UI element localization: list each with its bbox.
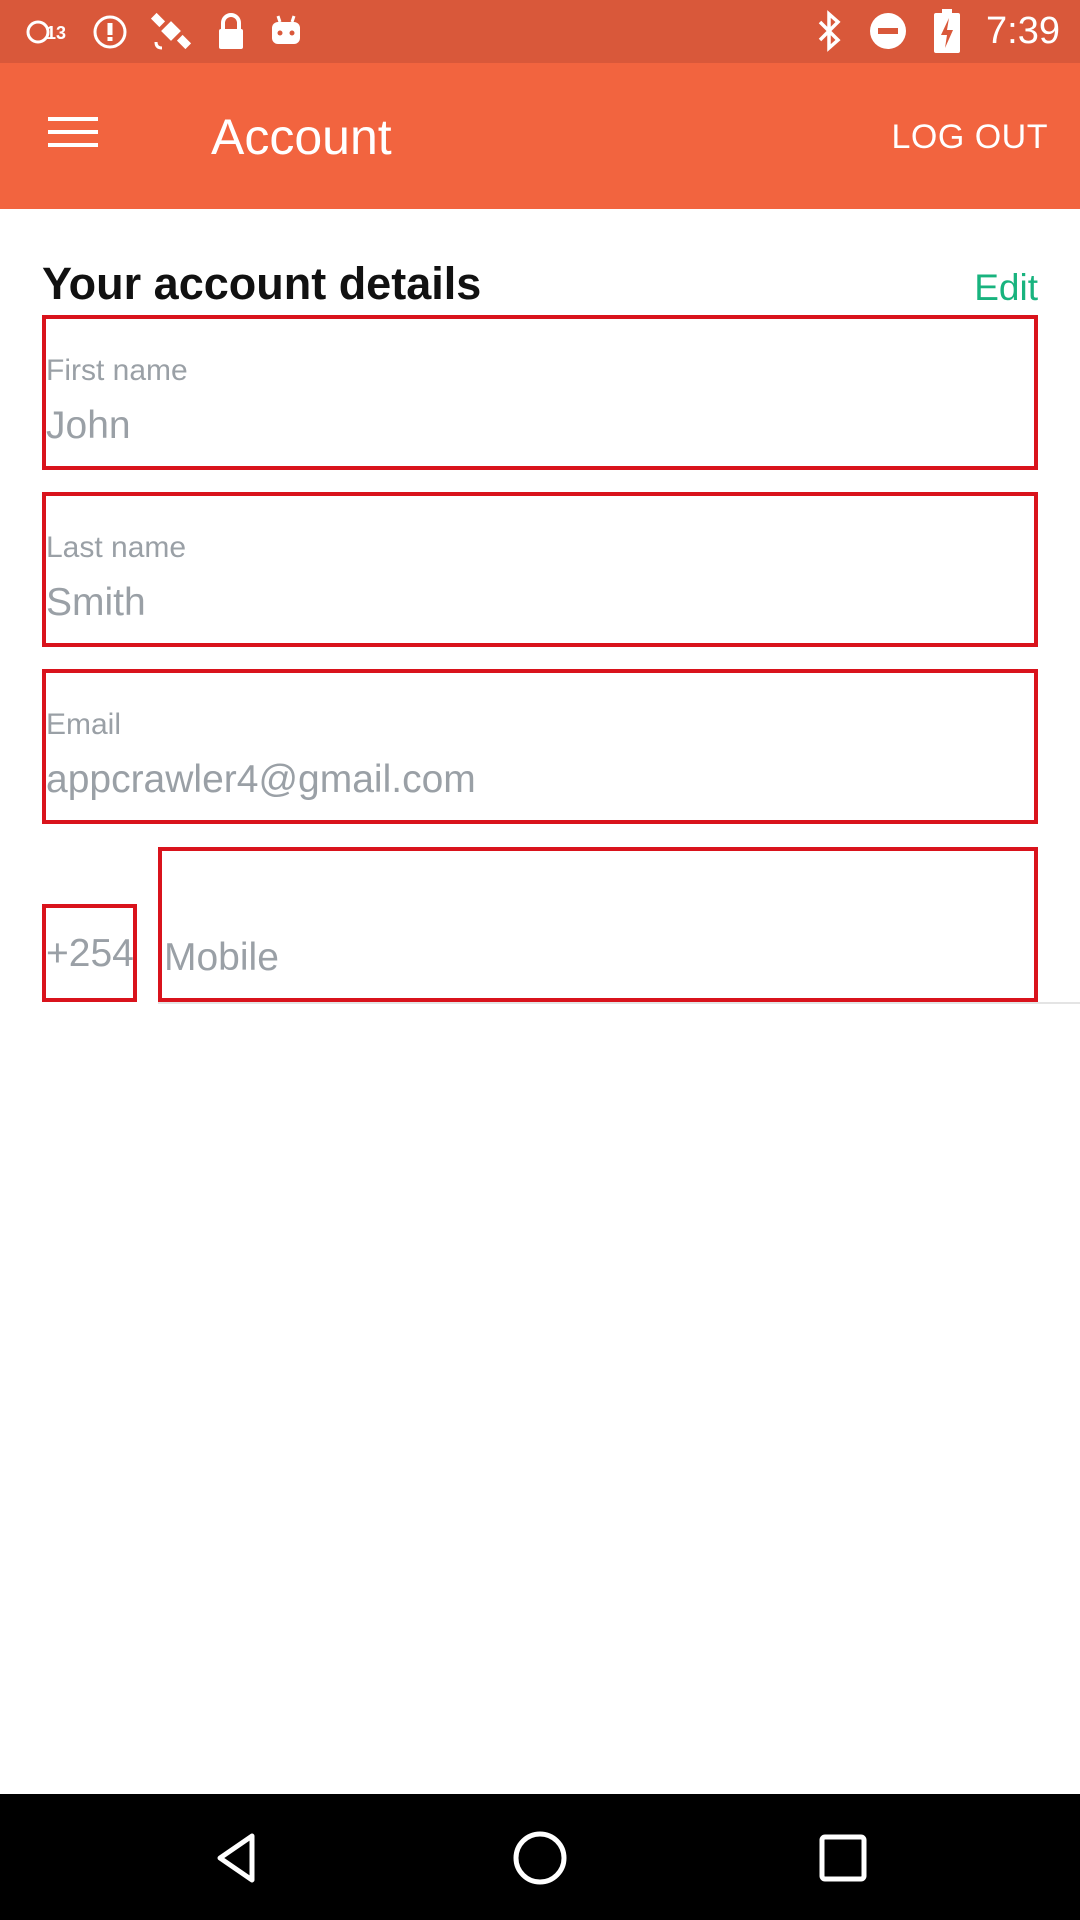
- country-code-selector[interactable]: +254: [42, 904, 137, 1002]
- bluetooth-icon: [816, 10, 842, 52]
- fake-gps-icon: [150, 12, 194, 52]
- battery-charging-icon: [934, 9, 961, 53]
- status-clock: 7:39: [986, 10, 1060, 52]
- first-name-value: John: [46, 404, 131, 447]
- email-label: Email: [46, 708, 122, 741]
- recents-icon[interactable]: [813, 1828, 873, 1888]
- last-name-value: Smith: [46, 581, 146, 624]
- home-icon[interactable]: [510, 1828, 570, 1888]
- app-bar: Account LOG OUT: [0, 63, 1080, 209]
- mobile-input[interactable]: Mobile: [158, 847, 1038, 1002]
- status-bar: 13 7:39: [0, 0, 1080, 63]
- page-title: Account: [211, 109, 392, 165]
- edit-button[interactable]: Edit: [974, 266, 1038, 310]
- abc13-icon: 13: [26, 14, 70, 50]
- first-name-field[interactable]: First name John: [42, 315, 1038, 470]
- back-icon[interactable]: [208, 1828, 268, 1888]
- mobile-placeholder: Mobile: [164, 936, 279, 979]
- do-not-disturb-icon: [868, 11, 908, 51]
- logout-button[interactable]: LOG OUT: [891, 117, 1048, 157]
- first-name-label: First name: [46, 354, 188, 387]
- section-title: Your account details: [42, 258, 482, 309]
- email-value: appcrawler4@gmail.com: [46, 758, 476, 801]
- svg-text:13: 13: [46, 23, 66, 43]
- last-name-field[interactable]: Last name Smith: [42, 492, 1038, 647]
- last-name-label: Last name: [46, 531, 187, 564]
- alert-icon: [92, 14, 128, 50]
- menu-icon[interactable]: [36, 109, 110, 163]
- navigation-bar: [0, 1794, 1080, 1920]
- email-field[interactable]: Email appcrawler4@gmail.com: [42, 669, 1038, 824]
- android-icon: [268, 14, 304, 50]
- lock-icon: [216, 13, 246, 51]
- divider: [158, 1002, 1080, 1004]
